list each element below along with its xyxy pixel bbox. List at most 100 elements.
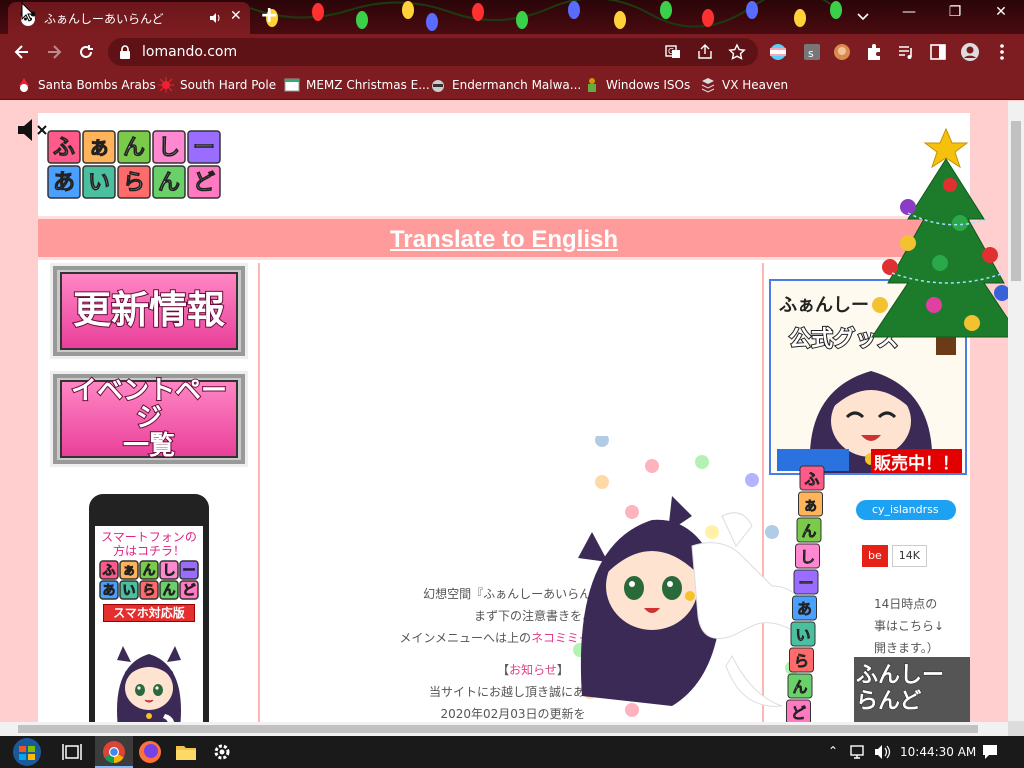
mascot-logo-letter: あ bbox=[797, 600, 812, 618]
site-banner-link[interactable]: ふんしー らんど bbox=[854, 657, 970, 722]
new-tab-button[interactable]: + bbox=[260, 3, 278, 28]
scrollbar-corner bbox=[1008, 722, 1024, 736]
news-link[interactable]: お知らせ bbox=[509, 663, 557, 677]
tray-chevron-up-icon[interactable]: ⌃ bbox=[828, 744, 838, 758]
restore-button[interactable]: ❐ bbox=[940, 4, 970, 20]
goods-title: ふぁんしー bbox=[779, 295, 869, 316]
bookmark-santa-bombs[interactable]: Santa Bombs Arabs bbox=[16, 76, 156, 94]
twitter-follow-button[interactable]: cy_islandrss bbox=[856, 500, 956, 520]
bookmark-memz-christmas[interactable]: MEMZ Christmas E... bbox=[284, 76, 430, 94]
right-text-3: 開きます。） bbox=[874, 641, 939, 655]
phone-logo-letter: あ bbox=[102, 583, 115, 598]
network-icon[interactable] bbox=[848, 742, 868, 762]
mascot-logo-tile: ふ bbox=[799, 465, 825, 491]
back-arrow-icon[interactable] bbox=[12, 42, 32, 62]
goods-on-sale-label: 販売中！！ bbox=[871, 449, 962, 473]
site-banner-line2: らんど bbox=[855, 689, 922, 715]
settings-gear-icon[interactable] bbox=[210, 740, 234, 764]
close-tab-icon[interactable]: ✕ bbox=[230, 8, 242, 24]
christmas-tree-decoration[interactable] bbox=[868, 123, 1024, 357]
phone-logo-tile: ん bbox=[139, 560, 159, 580]
logo-letter: ー bbox=[193, 136, 215, 161]
figure-icon bbox=[588, 78, 596, 92]
phone-screen: スマートフォンの 方はコチラ！ ふぁんしーあいらんど スマホ対応版 bbox=[95, 526, 203, 722]
firefox-icon[interactable] bbox=[138, 740, 162, 764]
vertical-scrollbar-thumb[interactable] bbox=[1011, 121, 1021, 281]
phone-logo-letter: ど bbox=[182, 583, 195, 598]
logo-letter: し bbox=[158, 136, 180, 161]
chevron-down-icon[interactable] bbox=[854, 7, 872, 25]
update-info-button[interactable]: 更新情報 bbox=[50, 263, 248, 359]
active-tab[interactable]: ふぁんしーあいらんど ✕ bbox=[8, 2, 250, 34]
event-pages-label-line1: イベントページ bbox=[70, 376, 228, 434]
menu-kebab-icon[interactable] bbox=[992, 42, 1012, 62]
s-extension-icon[interactable]: s bbox=[802, 42, 822, 62]
news-heading-open: 【 bbox=[497, 663, 510, 677]
phone-logo-tile: あ bbox=[99, 580, 119, 600]
media-controls-icon[interactable] bbox=[896, 42, 916, 62]
url-text[interactable]: lomando.com bbox=[142, 44, 237, 60]
forward-arrow-icon[interactable] bbox=[44, 42, 64, 62]
logo-letter: ぁ bbox=[88, 136, 110, 161]
event-pages-label: イベントページ 一覧 bbox=[62, 376, 236, 461]
horizontal-scrollbar-thumb[interactable] bbox=[18, 725, 978, 733]
bookmark-label: VX Heaven bbox=[722, 78, 789, 92]
vertical-scrollbar[interactable] bbox=[1008, 101, 1024, 721]
smartphone-version-banner[interactable]: スマートフォンの 方はコチラ！ ふぁんしーあいらんど スマホ対応版 bbox=[89, 494, 209, 722]
puzzle-extensions-icon[interactable] bbox=[864, 42, 884, 62]
chrome-icon[interactable] bbox=[102, 740, 126, 764]
mascot-logo-tile: ら bbox=[789, 647, 814, 673]
avatar-extension-icon[interactable] bbox=[832, 42, 852, 62]
action-center-icon[interactable] bbox=[980, 742, 1000, 762]
logo-letter: ん bbox=[123, 136, 145, 161]
site-logo[interactable]: ふぁんしーあいらんど bbox=[46, 129, 224, 199]
minimize-button[interactable]: — bbox=[894, 4, 924, 20]
taskbar-clock[interactable]: 10:44:30 AM bbox=[900, 745, 976, 759]
side-panel-icon[interactable] bbox=[928, 42, 948, 62]
svg-text:s: s bbox=[808, 47, 814, 60]
bookmark-star-icon[interactable] bbox=[728, 43, 746, 61]
right-text-2[interactable]: 事はこちら↓ bbox=[874, 617, 944, 634]
bookmark-label: MEMZ Christmas E... bbox=[306, 78, 430, 92]
bookmark-vx-heaven[interactable]: VX Heaven bbox=[700, 76, 788, 94]
phone-logo-letter: し bbox=[162, 563, 175, 578]
bookmark-label: South Hard Pole bbox=[180, 78, 277, 92]
reload-icon[interactable] bbox=[76, 42, 96, 62]
volume-icon[interactable] bbox=[872, 742, 892, 762]
windows-start-orb-icon[interactable] bbox=[10, 737, 44, 767]
bookmark-windows-isos[interactable]: Windows ISOs bbox=[584, 76, 690, 94]
translate-to-english-link[interactable]: Translate to English bbox=[38, 226, 970, 254]
flag-extension-icon[interactable] bbox=[768, 42, 788, 62]
mascot-logo-letter: し bbox=[800, 548, 815, 566]
toolbar: lomando.com G s bbox=[0, 34, 1024, 70]
horizontal-scrollbar[interactable] bbox=[0, 722, 1008, 736]
logo-tile: あ bbox=[47, 165, 81, 199]
youtube-button[interactable]: be bbox=[862, 545, 888, 567]
phone-text-line1: スマートフォンの bbox=[101, 530, 197, 544]
task-view-icon[interactable] bbox=[60, 740, 84, 764]
close-window-button[interactable]: ✕ bbox=[986, 4, 1016, 20]
file-explorer-icon[interactable] bbox=[174, 740, 198, 764]
phone-logo-letter: ん bbox=[162, 583, 175, 598]
lock-icon[interactable] bbox=[118, 44, 132, 60]
bookmark-south-hard-pole[interactable]: South Hard Pole bbox=[158, 76, 276, 94]
red-sun-icon bbox=[158, 77, 174, 93]
bookmark-endermanch[interactable]: Endermanch Malwa... bbox=[430, 76, 581, 94]
mouse-cursor-icon bbox=[21, 2, 35, 22]
phone-logo-tile: し bbox=[159, 560, 179, 580]
intro-line-3-prefix: メインメニューへは上の bbox=[399, 631, 532, 645]
logo-tile: ぁ bbox=[82, 130, 116, 164]
speaker-icon[interactable] bbox=[208, 11, 222, 25]
catgirl-desktop-mascot[interactable]: ふぁんしーあいらんど bbox=[572, 436, 842, 722]
phone-text-line2: 方はコチラ！ bbox=[112, 544, 185, 558]
translate-icon[interactable]: G bbox=[664, 43, 682, 61]
share-icon[interactable] bbox=[696, 43, 714, 61]
address-bar[interactable]: lomando.com G bbox=[108, 38, 758, 66]
logo-letter: ど bbox=[193, 171, 215, 196]
news-heading-close: 】 bbox=[556, 663, 569, 677]
event-pages-button[interactable]: イベントページ 一覧 bbox=[50, 371, 248, 467]
phone-logo-letter: ら bbox=[142, 583, 155, 598]
mute-speaker-icon[interactable] bbox=[16, 118, 52, 142]
translate-bar: Translate to English bbox=[38, 216, 970, 260]
profile-icon[interactable] bbox=[960, 42, 980, 62]
